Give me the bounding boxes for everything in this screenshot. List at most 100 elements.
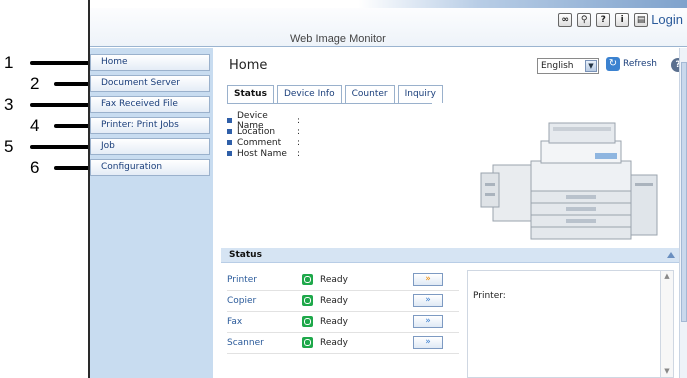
refresh-button[interactable]: ↻ Refresh: [606, 57, 657, 71]
info-row-device-name: Device Name :: [227, 111, 301, 131]
sidebar-item-document-server[interactable]: Document Server: [90, 75, 210, 92]
language-value: English: [541, 61, 574, 71]
login-button[interactable]: ▤ Login: [634, 12, 683, 27]
ready-status-icon: [302, 295, 313, 306]
callout-number: 3: [4, 95, 14, 114]
details-button[interactable]: »: [413, 315, 443, 328]
status-panel: Status Printer Ready » Copier Ready » Fa…: [213, 248, 687, 378]
info-icon[interactable]: i: [615, 12, 630, 27]
callout-line: [30, 103, 92, 107]
device-info-list: Device Name : Location : Comment : Host …: [227, 111, 301, 159]
sidebar-item-home[interactable]: Home: [90, 54, 210, 71]
tab-status[interactable]: Status: [227, 85, 274, 103]
link-icon[interactable]: ∞: [558, 12, 573, 27]
tab-counter[interactable]: Counter: [344, 85, 395, 103]
refresh-label: Refresh: [623, 59, 657, 69]
details-button[interactable]: »: [413, 336, 443, 349]
main-content: Home English ▼ ↻ Refresh ? Status Device…: [213, 48, 687, 378]
search-icon[interactable]: ⚲: [577, 12, 592, 27]
callout-number: 6: [30, 158, 40, 177]
status-text: Ready: [320, 338, 348, 348]
info-label: Comment: [237, 137, 282, 148]
status-panel-header[interactable]: Status: [221, 248, 679, 263]
login-label: Login: [651, 12, 683, 27]
header-toolbar: ∞ ⚲ ? i ▤ Login: [558, 12, 683, 27]
bullet: [227, 118, 232, 123]
status-detail-box[interactable]: Printer: ▲ ▼: [467, 270, 674, 378]
printer-illustration: [480, 122, 658, 240]
status-row-fax: Fax Ready »: [227, 314, 459, 333]
details-button[interactable]: »: [413, 294, 443, 307]
sidebar-item-configuration[interactable]: Configuration: [90, 159, 210, 176]
login-icon: ▤: [634, 12, 649, 27]
help-icon[interactable]: ?: [596, 12, 611, 27]
chevron-down-icon: ▼: [585, 60, 597, 72]
device-link-fax[interactable]: Fax: [227, 317, 242, 327]
ready-status-icon: [302, 274, 313, 285]
web-image-monitor-window: Web Image Monitor ∞ ⚲ ? i ▤ Login Home D…: [88, 0, 687, 378]
device-link-copier[interactable]: Copier: [227, 296, 256, 306]
app-header: Web Image Monitor ∞ ⚲ ? i ▤ Login: [90, 0, 687, 47]
tab-inquiry[interactable]: Inquiry: [397, 85, 443, 103]
bullet: [227, 129, 232, 134]
device-link-scanner[interactable]: Scanner: [227, 338, 264, 348]
status-text: Ready: [320, 317, 348, 327]
tab-device-info[interactable]: Device Info: [276, 85, 342, 103]
header-decoration: [90, 0, 687, 8]
scroll-up-icon[interactable]: ▲: [661, 271, 673, 282]
callout-6: 6: [0, 158, 92, 177]
status-text: Ready: [320, 296, 348, 306]
callout-1: 1: [0, 53, 92, 72]
collapse-icon[interactable]: [667, 252, 675, 258]
detail-label: Printer:: [473, 291, 506, 301]
sidebar-item-printer-print-jobs[interactable]: Printer: Print Jobs: [90, 117, 210, 134]
callout-annotations: 1 2 3 4 5 6: [0, 0, 92, 378]
language-select[interactable]: English ▼: [537, 58, 599, 74]
callout-number: 4: [30, 116, 40, 135]
callout-5: 5: [0, 137, 92, 156]
info-row-host-name: Host Name :: [227, 148, 300, 159]
callout-2: 2: [0, 74, 92, 93]
ready-status-icon: [302, 337, 313, 348]
info-separator: :: [297, 148, 301, 159]
refresh-icon: ↻: [606, 57, 620, 71]
status-row-copier: Copier Ready »: [227, 293, 459, 312]
callout-3: 3: [0, 95, 92, 114]
status-text: Ready: [320, 275, 348, 285]
status-panel-title: Status: [229, 250, 262, 260]
sidebar: Home Document Server Fax Received File P…: [90, 48, 213, 378]
page-title: Home: [229, 58, 268, 73]
callout-line: [30, 145, 92, 149]
status-row-printer: Printer Ready »: [227, 272, 459, 291]
page-scrollbar[interactable]: [679, 48, 687, 378]
bullet: [227, 140, 232, 145]
tab-bar: Status Device Info Counter Inquiry: [227, 85, 443, 103]
scroll-down-icon[interactable]: ▼: [661, 366, 673, 377]
details-button[interactable]: »: [413, 273, 443, 286]
info-label: Host Name: [237, 148, 287, 159]
ready-status-icon: [302, 316, 313, 327]
sidebar-menu: Home Document Server Fax Received File P…: [90, 54, 210, 180]
status-row-scanner: Scanner Ready »: [227, 335, 459, 354]
info-label: Location: [237, 126, 276, 137]
device-link-printer[interactable]: Printer: [227, 275, 257, 285]
callout-4: 4: [0, 116, 92, 135]
detail-scrollbar[interactable]: ▲ ▼: [660, 271, 673, 377]
callout-number: 2: [30, 74, 40, 93]
callout-line: [30, 61, 92, 65]
info-separator: :: [297, 126, 301, 137]
app-title: Web Image Monitor: [290, 33, 386, 45]
sidebar-item-fax-received-file[interactable]: Fax Received File: [90, 96, 210, 113]
info-row-location: Location :: [227, 126, 300, 137]
callout-line: [54, 124, 92, 128]
scrollbar-thumb[interactable]: [681, 62, 687, 322]
info-separator: :: [297, 137, 301, 148]
tab-divider: [227, 103, 432, 104]
callout-number: 5: [4, 137, 14, 156]
callout-line: [54, 82, 92, 86]
sidebar-item-job[interactable]: Job: [90, 138, 210, 155]
info-row-comment: Comment :: [227, 137, 300, 148]
callout-number: 1: [4, 53, 14, 72]
callout-line: [54, 166, 92, 170]
info-separator: :: [297, 115, 301, 126]
